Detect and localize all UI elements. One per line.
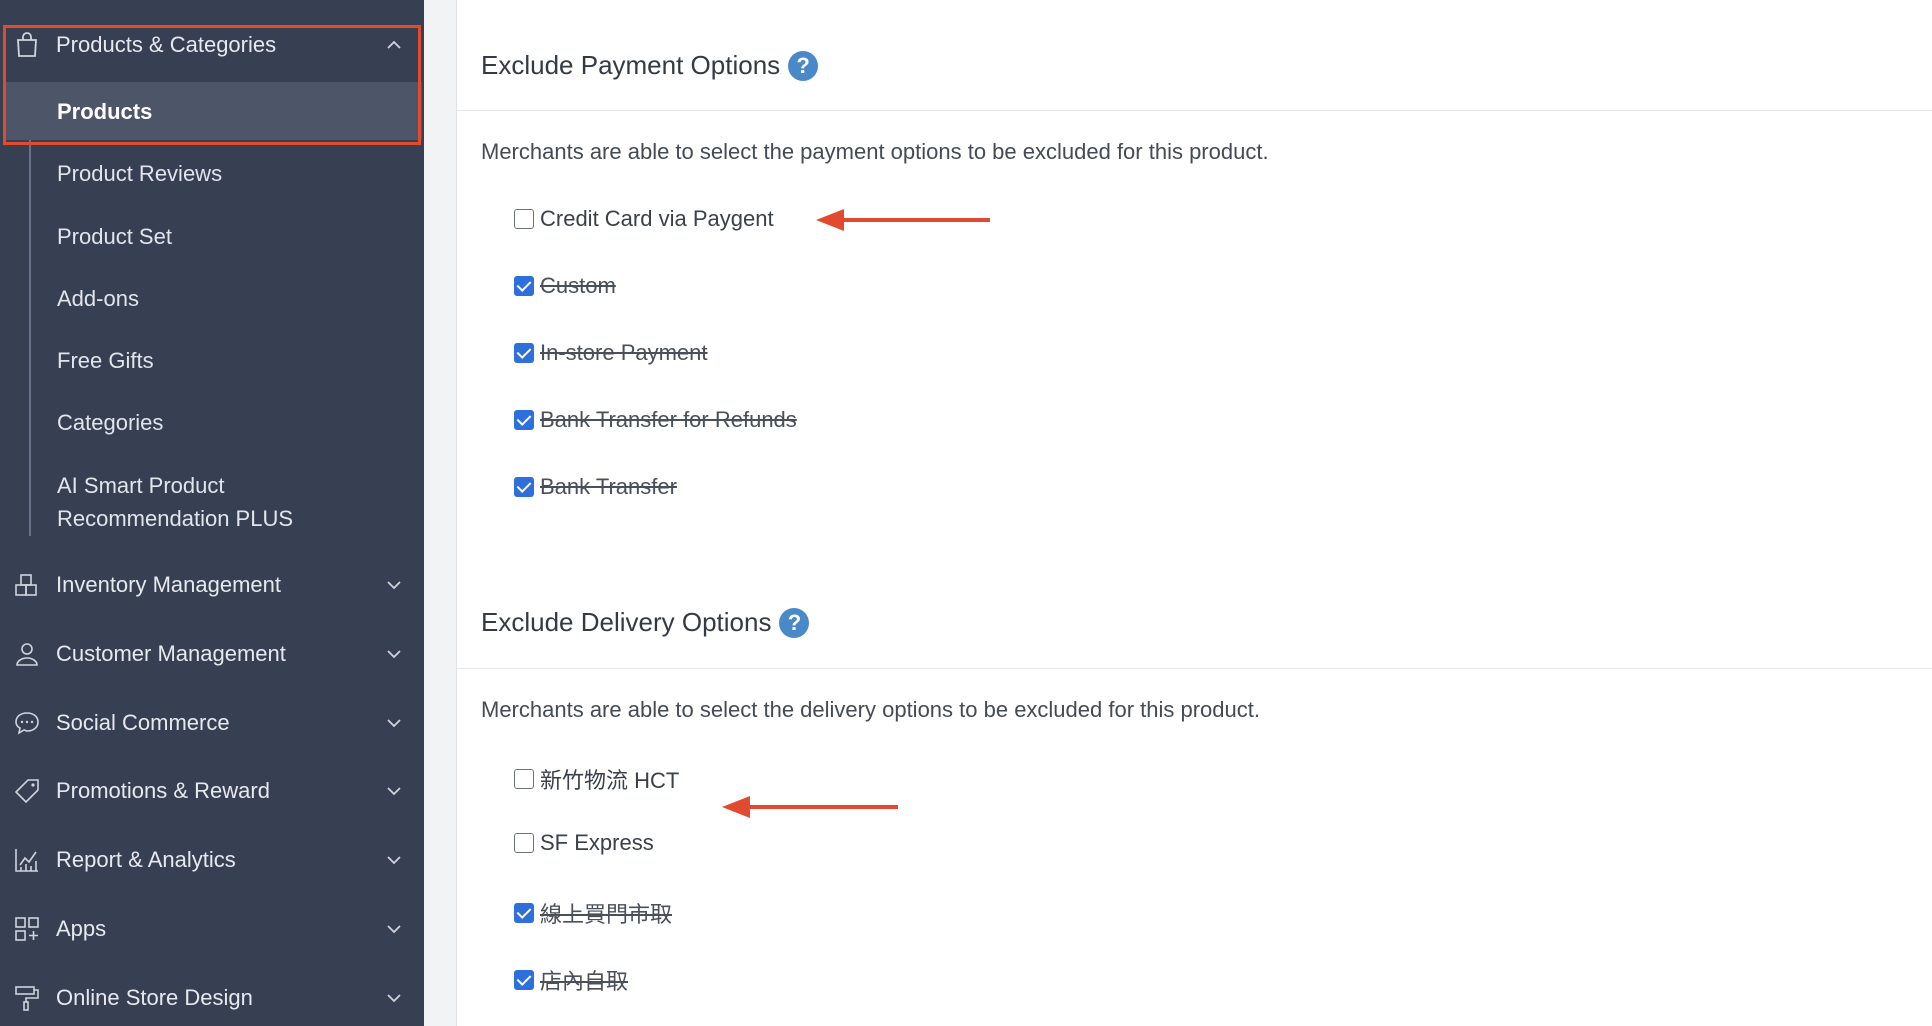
- option-label: SF Express: [540, 830, 654, 855]
- sidebar-item-free-gifts[interactable]: Free Gifts: [4, 331, 422, 389]
- chevron-down-icon: [387, 581, 401, 590]
- sidebar-item-add-ons[interactable]: Add-ons: [4, 269, 422, 327]
- nav-group-label: Inventory Management: [56, 572, 282, 597]
- sidebar-item-label: Product Set: [57, 223, 172, 249]
- delivery-option[interactable]: SF Express: [514, 830, 654, 856]
- chevron-down-icon: [387, 787, 401, 796]
- checkbox[interactable]: [514, 903, 534, 923]
- payment-section-title: Exclude Payment Options ?: [481, 50, 819, 81]
- paint-roller-icon: [15, 986, 39, 1011]
- nav-group-apps[interactable]: Apps: [0, 899, 424, 959]
- nav-group-label: Apps: [56, 916, 107, 941]
- option-label: Bank Transfer: [540, 474, 677, 499]
- sidebar-item-label: Products: [57, 98, 153, 124]
- checkbox[interactable]: [514, 970, 534, 990]
- checkbox[interactable]: [514, 209, 534, 229]
- user-icon: [16, 643, 38, 666]
- checkbox[interactable]: [514, 343, 534, 363]
- section-title-text: Exclude Delivery Options: [481, 607, 772, 637]
- sidebar-item-product-reviews[interactable]: Product Reviews: [4, 144, 422, 202]
- section-divider: [457, 668, 1932, 669]
- sidebar-item-product-set[interactable]: Product Set: [4, 207, 422, 265]
- payment-option[interactable]: Bank Transfer for Refunds: [514, 407, 797, 433]
- checkbox[interactable]: [514, 477, 534, 497]
- chevron-down-icon: [387, 856, 401, 865]
- payment-option[interactable]: Bank Transfer: [514, 474, 677, 500]
- checkbox[interactable]: [514, 769, 534, 789]
- inventory-icon: [15, 574, 37, 596]
- nav-group-promotions-reward[interactable]: Promotions & Reward: [0, 761, 424, 821]
- settings-panel: Exclude Payment Options ? Merchants are …: [456, 0, 1932, 1026]
- section-title-text: Exclude Payment Options: [481, 50, 781, 80]
- option-label: Credit Card via Paygent: [540, 206, 774, 231]
- tag-icon: [14, 779, 39, 804]
- sidebar-item-label: Categories: [57, 409, 164, 435]
- payment-option[interactable]: Custom: [514, 273, 616, 299]
- chevron-down-icon: [387, 650, 401, 659]
- sidebar: Products & Categories Products Product R…: [0, 0, 424, 1026]
- nav-group-label: Online Store Design: [56, 985, 253, 1010]
- option-label: Bank Transfer for Refunds: [540, 407, 797, 432]
- chart-icon: [15, 849, 38, 872]
- checkbox[interactable]: [514, 276, 534, 296]
- chevron-down-icon: [387, 994, 401, 1003]
- payment-option[interactable]: In-store Payment: [514, 340, 708, 366]
- sidebar-item-label: AI Smart Product Recommendation PLUS: [57, 473, 294, 531]
- sidebar-item-ai-smart-recommendation[interactable]: AI Smart Product Recommendation PLUS: [4, 462, 422, 542]
- sidebar-item-label: Free Gifts: [57, 347, 154, 373]
- nav-group-label: Promotions & Reward: [56, 778, 270, 803]
- sidebar-item-label: Product Reviews: [57, 160, 223, 186]
- checkbox[interactable]: [514, 410, 534, 430]
- option-label: Custom: [540, 273, 616, 298]
- delivery-option[interactable]: 店內自取: [514, 964, 628, 996]
- sidebar-item-categories[interactable]: Categories: [4, 393, 422, 451]
- payment-description: Merchants are able to select the payment…: [481, 139, 1269, 164]
- nav-group-social-commerce[interactable]: Social Commerce: [0, 693, 424, 753]
- nav-group-report-analytics[interactable]: Report & Analytics: [0, 830, 424, 890]
- nav-group-inventory-management[interactable]: Inventory Management: [0, 555, 424, 615]
- help-icon[interactable]: ?: [788, 50, 819, 81]
- section-divider: [457, 110, 1932, 111]
- option-label: 新竹物流 HCT: [540, 768, 680, 793]
- sidebar-item-label: Add-ons: [57, 285, 139, 311]
- delivery-description: Merchants are able to select the deliver…: [481, 697, 1260, 722]
- chat-bubble-icon: [15, 712, 39, 735]
- delivery-section-title: Exclude Delivery Options ?: [481, 607, 810, 638]
- nav-group-label: Report & Analytics: [56, 847, 236, 872]
- payment-option[interactable]: Credit Card via Paygent: [514, 206, 774, 232]
- delivery-option[interactable]: 線上買門市取: [514, 897, 672, 929]
- option-label: 店內自取: [540, 969, 629, 994]
- nav-group-online-store-design[interactable]: Online Store Design: [0, 968, 424, 1026]
- option-label: 線上買門市取: [540, 902, 673, 927]
- delivery-option[interactable]: 新竹物流 HCT: [514, 763, 679, 795]
- nav-group-customer-management[interactable]: Customer Management: [0, 624, 424, 684]
- nav-group-label: Social Commerce: [56, 710, 230, 735]
- chevron-down-icon: [387, 925, 401, 934]
- annotation-arrow-icon: [722, 796, 898, 818]
- nav-group-label: Products & Categories: [56, 32, 277, 57]
- checkbox[interactable]: [514, 833, 534, 853]
- annotation-arrow-icon: [816, 209, 990, 231]
- help-icon[interactable]: ?: [779, 607, 810, 638]
- nav-group-products-categories[interactable]: Products & Categories: [0, 15, 424, 75]
- sidebar-item-products[interactable]: Products: [4, 82, 422, 140]
- nav-group-label: Customer Management: [56, 641, 286, 666]
- main-area: Exclude Payment Options ? Merchants are …: [424, 0, 1932, 1026]
- shopping-bag-icon: [17, 32, 37, 57]
- option-label: In-store Payment: [540, 340, 708, 365]
- chevron-down-icon: [387, 719, 401, 728]
- chevron-up-icon: [387, 40, 401, 49]
- apps-icon: [15, 917, 39, 941]
